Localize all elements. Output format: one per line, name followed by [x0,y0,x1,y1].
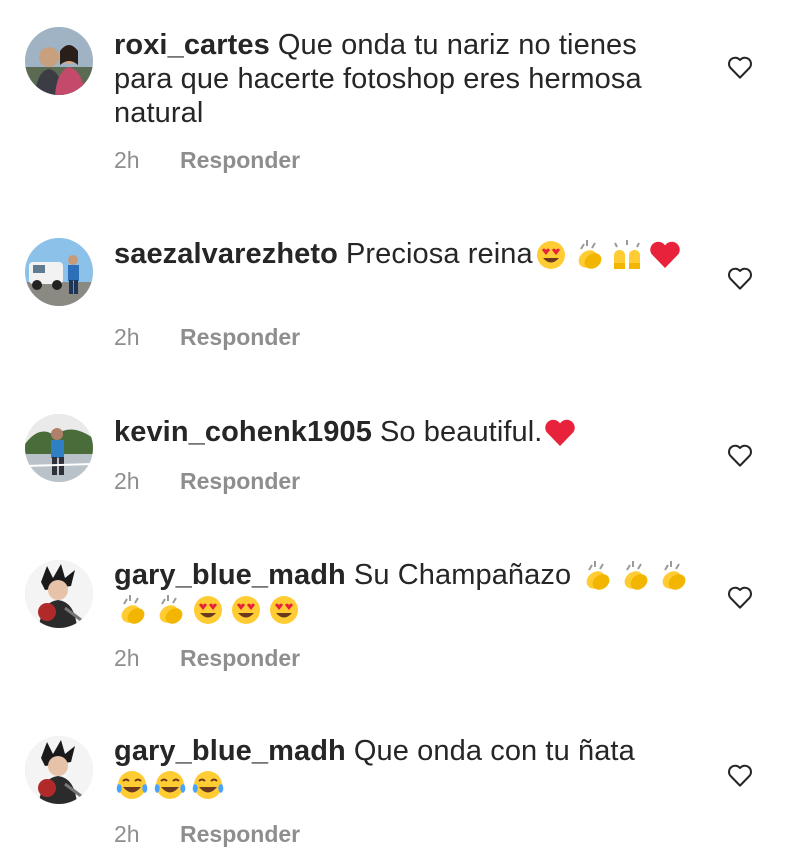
timestamp: 2h [114,645,140,671]
reply-button[interactable]: Responder [180,147,300,173]
heart-eyes-emoji [266,592,302,626]
clapping-hands-emoji [617,558,653,592]
reply-button[interactable]: Responder [180,468,300,494]
heart-outline-icon[interactable] [725,582,755,612]
tears-of-joy-emoji [190,768,226,802]
red-heart-emoji [647,237,683,271]
reply-button[interactable]: Responder [180,821,300,847]
clapping-hands-emoji [114,592,150,626]
timestamp: 2h [114,821,140,847]
comment-text: So beautiful. [379,416,543,448]
comment-text: Su Champañazo [353,559,572,591]
comment-body: saezalvarezheto Preciosa reina [114,237,699,271]
reply-button[interactable]: Responder [180,324,300,350]
comment-body: roxi_cartes Que onda tu nariz no tienes p… [114,28,699,130]
comment-meta: 2h Responder [114,820,300,848]
username[interactable]: kevin_cohenk1905 [114,416,372,448]
username[interactable]: gary_blue_madh [114,735,346,767]
timestamp: 2h [114,147,140,173]
clapping-hands-emoji [571,237,607,271]
clapping-hands-emoji [579,558,615,592]
red-heart-emoji [542,415,578,449]
comment-meta: 2h Responder [114,467,300,495]
heart-outline-icon[interactable] [725,52,755,82]
comment-meta: 2h Responder [114,644,300,672]
timestamp: 2h [114,468,140,494]
username[interactable]: saezalvarezheto [114,238,338,270]
clapping-hands-emoji [152,592,188,626]
comment-body: gary_blue_madh Su Champañazo [114,558,699,626]
heart-outline-icon[interactable] [725,440,755,470]
comment-body: gary_blue_madh Que onda con tu ñata [114,734,699,802]
username[interactable]: gary_blue_madh [114,559,346,591]
comment-body: kevin_cohenk1905 So beautiful. [114,415,699,449]
comment-meta: 2h Responder [114,323,300,351]
heart-eyes-emoji [190,592,226,626]
clapping-hands-emoji [655,558,691,592]
comment-text: Que onda con tu ñata [353,735,635,767]
reply-button[interactable]: Responder [180,645,300,671]
heart-outline-icon[interactable] [725,263,755,293]
comment-meta: 2h Responder [114,146,300,174]
heart-eyes-emoji [228,592,264,626]
couple-photo-avatar[interactable] [25,27,93,95]
person-with-car-avatar[interactable] [25,238,93,306]
tears-of-joy-emoji [152,768,188,802]
anime-character-avatar[interactable] [25,736,93,804]
anime-character-avatar[interactable] [25,560,93,628]
comment-text: Preciosa reina [345,238,533,270]
heart-outline-icon[interactable] [725,760,755,790]
username[interactable]: roxi_cartes [114,29,270,61]
person-outdoors-avatar[interactable] [25,414,93,482]
raising-hands-emoji [609,237,645,271]
timestamp: 2h [114,324,140,350]
tears-of-joy-emoji [114,768,150,802]
heart-eyes-emoji [533,237,569,271]
